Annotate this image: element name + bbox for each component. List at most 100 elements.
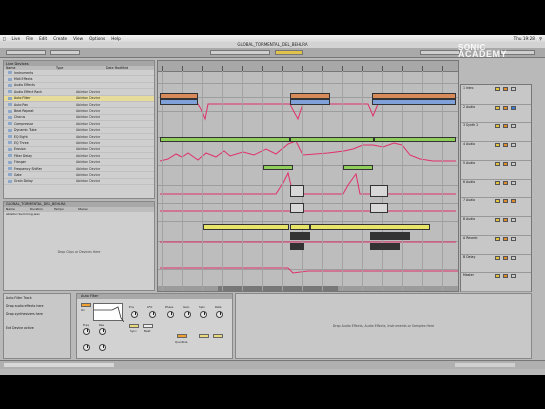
lfo-knob[interactable] xyxy=(149,311,156,318)
track-name[interactable]: 8 Audio xyxy=(463,217,475,221)
device-option-button-2[interactable] xyxy=(213,334,223,338)
loop-field[interactable] xyxy=(420,50,460,55)
arrangement-clip[interactable] xyxy=(263,165,293,170)
mixer-strip[interactable]: 7 Audio xyxy=(461,197,531,218)
solo-button[interactable] xyxy=(503,143,508,148)
arrangement-clip[interactable] xyxy=(370,185,388,197)
rate-knob[interactable] xyxy=(216,311,223,318)
arrangement-clip[interactable] xyxy=(290,243,304,250)
solo-button[interactable] xyxy=(503,255,508,260)
position-field[interactable] xyxy=(210,50,270,55)
arrangement-clip[interactable] xyxy=(370,243,400,250)
activator-button[interactable] xyxy=(495,161,500,166)
clip-row[interactable]: Ableton Summing.wav xyxy=(4,212,154,217)
menu-create[interactable]: Create xyxy=(53,36,67,41)
arm-button[interactable] xyxy=(511,255,516,260)
track-name[interactable]: B Delay xyxy=(463,255,475,259)
track-name[interactable]: 2 Audio xyxy=(463,105,475,109)
solo-button[interactable] xyxy=(503,274,508,279)
arm-button[interactable] xyxy=(511,274,516,279)
arrangement-clip[interactable] xyxy=(370,232,410,240)
arm-button[interactable] xyxy=(511,161,516,166)
arrangement-clip[interactable] xyxy=(370,203,388,213)
arrangement-clip[interactable] xyxy=(290,232,310,240)
apple-menu-icon[interactable]:  xyxy=(3,36,6,41)
arm-button[interactable] xyxy=(511,143,516,148)
mixer-strip[interactable]: A Reverb xyxy=(461,235,531,255)
solo-button[interactable] xyxy=(503,105,508,110)
solo-button[interactable] xyxy=(503,87,508,91)
menu-view[interactable]: View xyxy=(73,36,83,41)
arm-button[interactable] xyxy=(511,199,516,204)
arrangement-clip[interactable] xyxy=(290,185,304,197)
phase-knob[interactable] xyxy=(167,311,174,318)
arrangement-clip[interactable] xyxy=(290,203,304,213)
play-controls[interactable] xyxy=(275,50,303,55)
mixer-strip[interactable]: 6 Audio xyxy=(461,179,531,199)
device-option-button-1[interactable] xyxy=(199,334,209,338)
mixer-strip[interactable]: Master xyxy=(461,272,531,292)
arrangement-clip[interactable] xyxy=(203,224,289,230)
extra-knob-1[interactable] xyxy=(83,344,90,351)
spotlight-icon[interactable]: ⚲ xyxy=(539,36,542,41)
track-name[interactable]: 5 Audio xyxy=(463,161,475,165)
track-name[interactable]: A Reverb xyxy=(463,236,477,240)
mixer-strip[interactable]: 5 Audio xyxy=(461,160,531,180)
menu-live[interactable]: Live xyxy=(12,36,21,41)
arrangement-clip[interactable] xyxy=(343,165,373,170)
mixer-strip[interactable]: 3 Synth 2 xyxy=(461,122,531,143)
solo-button[interactable] xyxy=(503,199,508,204)
quantize-button[interactable] xyxy=(177,334,187,338)
mixer-strip[interactable]: 4 Audio xyxy=(461,141,531,161)
mixer-strip[interactable]: B Delay xyxy=(461,254,531,274)
browser-item[interactable]: Grain Delay Ableton Device xyxy=(4,179,154,186)
arrangement-clip[interactable] xyxy=(160,99,198,105)
arm-button[interactable] xyxy=(511,87,516,91)
activator-button[interactable] xyxy=(495,87,500,91)
tempo-field[interactable] xyxy=(6,50,46,55)
device-on-button[interactable] xyxy=(81,303,91,307)
arrangement-scrollbar[interactable] xyxy=(158,286,458,291)
arm-button[interactable] xyxy=(511,124,516,129)
activator-button[interactable] xyxy=(495,124,500,129)
solo-button[interactable] xyxy=(503,218,508,223)
arrangement-view[interactable] xyxy=(157,60,459,292)
arm-button[interactable] xyxy=(511,105,516,110)
menu-options[interactable]: Options xyxy=(89,36,105,41)
arm-button[interactable] xyxy=(511,218,516,223)
mixer-strip[interactable]: 1 Intro xyxy=(461,85,531,105)
beat-button[interactable] xyxy=(143,324,153,328)
mixer-strip[interactable]: 8 Audio xyxy=(461,216,531,236)
filter-graph[interactable] xyxy=(93,303,125,323)
track-name[interactable]: 4 Audio xyxy=(463,142,475,146)
arm-button[interactable] xyxy=(511,236,516,241)
column-type[interactable]: Type xyxy=(54,66,104,70)
track-name[interactable]: 7 Audio xyxy=(463,198,475,202)
gain-knob[interactable] xyxy=(184,311,191,318)
scroll-thumb[interactable] xyxy=(218,286,338,291)
menu-file[interactable]: File xyxy=(26,36,33,41)
device-title[interactable]: Auto Filter xyxy=(77,294,232,299)
freq-knob[interactable] xyxy=(83,328,90,335)
track-name[interactable]: 6 Audio xyxy=(463,180,475,184)
arrangement-clip[interactable] xyxy=(290,99,330,105)
arrangement-clip[interactable] xyxy=(372,99,456,105)
solo-button[interactable] xyxy=(503,161,508,166)
solo-button[interactable] xyxy=(503,124,508,129)
auto-filter-device[interactable]: Auto Filter On Freq Res Env LFO Phase Ga… xyxy=(76,293,233,359)
activator-button[interactable] xyxy=(495,255,500,260)
menu-edit[interactable]: Edit xyxy=(39,36,47,41)
sync-button[interactable] xyxy=(129,324,139,328)
signature-field[interactable] xyxy=(50,50,80,55)
activator-button[interactable] xyxy=(495,143,500,148)
track-name[interactable]: 3 Synth 2 xyxy=(463,123,478,127)
env-knob[interactable] xyxy=(131,311,138,318)
res-knob[interactable] xyxy=(99,328,106,335)
track-name[interactable]: Master xyxy=(463,273,474,277)
column-name[interactable]: Name xyxy=(4,66,54,70)
column-date[interactable]: Date Modified xyxy=(104,66,154,70)
arrangement-clip[interactable] xyxy=(290,137,374,142)
arm-button[interactable] xyxy=(511,180,516,185)
arrangement-clip[interactable] xyxy=(290,224,310,230)
arrangement-clip[interactable] xyxy=(160,137,290,142)
